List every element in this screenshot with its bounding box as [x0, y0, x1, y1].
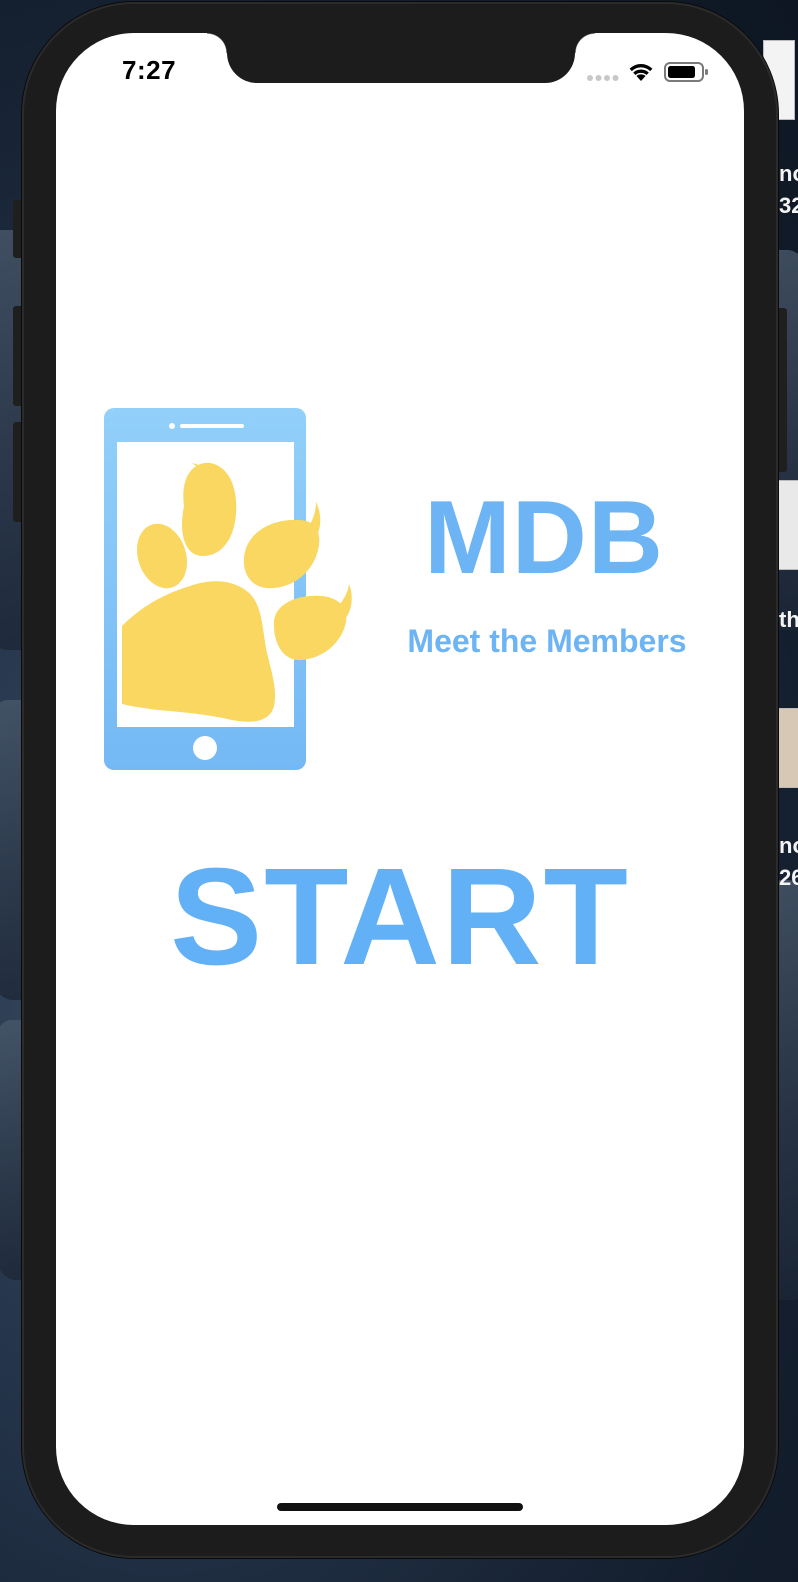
cellular-signal-icon	[587, 75, 619, 81]
phone-with-paw-icon	[104, 408, 352, 770]
battery-icon	[664, 62, 708, 82]
desktop-file-thumbnail[interactable]	[775, 480, 798, 570]
start-button[interactable]: START	[116, 833, 684, 1001]
brand-subtitle: Meet the Members	[407, 623, 687, 659]
desktop-file-label[interactable]: no 26	[779, 830, 798, 894]
brand-title: MDB	[424, 480, 664, 596]
device-notch	[207, 33, 595, 83]
status-bar-time: 7:27	[122, 55, 177, 85]
home-indicator[interactable]	[277, 1503, 523, 1511]
desktop-file-label[interactable]: th	[779, 604, 798, 636]
app-screen: 7:27 MDB Meet the Members START	[56, 33, 744, 1525]
desktop-file-label[interactable]: no 32	[779, 158, 798, 222]
desktop-file-thumbnail[interactable]	[775, 708, 798, 788]
wifi-icon	[629, 64, 653, 81]
